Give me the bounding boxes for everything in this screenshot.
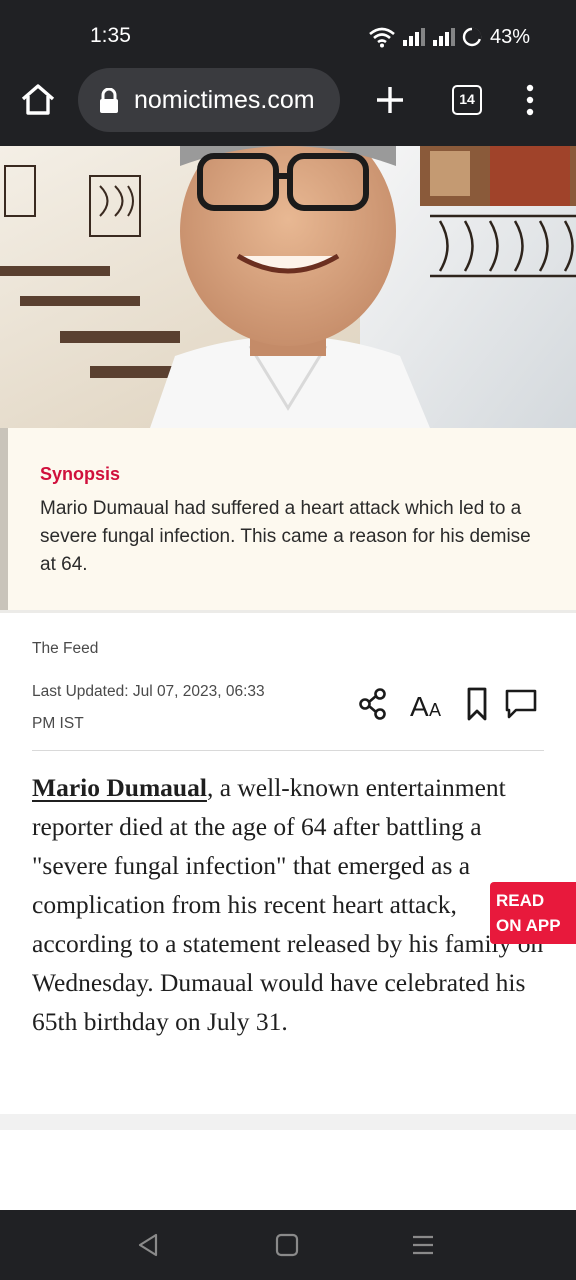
content-area: [0, 1130, 576, 1210]
synopsis-box: Synopsis Mario Dumaual had suffered a he…: [0, 428, 576, 610]
divider: [0, 610, 576, 613]
svg-text:A: A: [429, 700, 441, 720]
status-time: 1:35: [90, 24, 131, 47]
home-nav-icon[interactable]: [272, 1230, 302, 1260]
address-bar[interactable]: nomictimes.com: [78, 68, 340, 132]
article-body: Mario Dumaual, a well-known entertainmen…: [32, 768, 544, 1041]
browser-chrome: 1:35 43% nomictimes.com 14: [0, 0, 576, 146]
synopsis-text: Mario Dumaual had suffered a heart attac…: [40, 498, 531, 575]
last-updated: Last Updated: Jul 07, 2023, 06:33 PM IST: [32, 683, 265, 732]
bookmark-icon[interactable]: [466, 686, 488, 722]
browser-toolbar: nomictimes.com 14: [0, 68, 576, 132]
article-text: , a well-known entertainment reporter di…: [32, 773, 544, 1036]
article-hero-image: [0, 146, 576, 428]
wifi-icon: [369, 27, 395, 48]
home-icon[interactable]: [18, 82, 58, 118]
article-actions: A A: [358, 686, 540, 722]
recents-icon[interactable]: [408, 1230, 438, 1260]
system-nav-bar: [0, 1210, 576, 1280]
signal-icon: [402, 28, 425, 46]
svg-text:A: A: [410, 691, 429, 722]
share-icon[interactable]: [358, 686, 388, 722]
comment-icon[interactable]: [504, 686, 538, 722]
section-label[interactable]: The Feed: [32, 640, 98, 658]
battery-icon: [462, 27, 482, 47]
divider: [32, 750, 544, 751]
divider: [0, 1114, 576, 1130]
lock-icon: [100, 88, 118, 113]
more-vert-icon[interactable]: [522, 84, 538, 116]
font-size-icon[interactable]: A A: [410, 686, 446, 722]
read-on-app-button[interactable]: READ ON APP: [490, 882, 576, 944]
back-icon[interactable]: [134, 1230, 164, 1260]
read-on-app-line2: ON APP: [496, 916, 561, 935]
signal-icon-2: [432, 28, 455, 46]
battery-percent: 43%: [489, 25, 530, 48]
plus-icon[interactable]: [374, 84, 406, 116]
status-icons: 43%: [368, 24, 530, 50]
read-on-app-line1: READ: [496, 891, 545, 910]
author-link[interactable]: Mario Dumaual: [32, 773, 207, 802]
url-text: nomictimes.com: [134, 86, 315, 114]
tab-switcher-button[interactable]: 14: [452, 85, 482, 115]
status-bar: 1:35 43%: [0, 0, 576, 72]
synopsis-title: Synopsis: [40, 464, 121, 484]
